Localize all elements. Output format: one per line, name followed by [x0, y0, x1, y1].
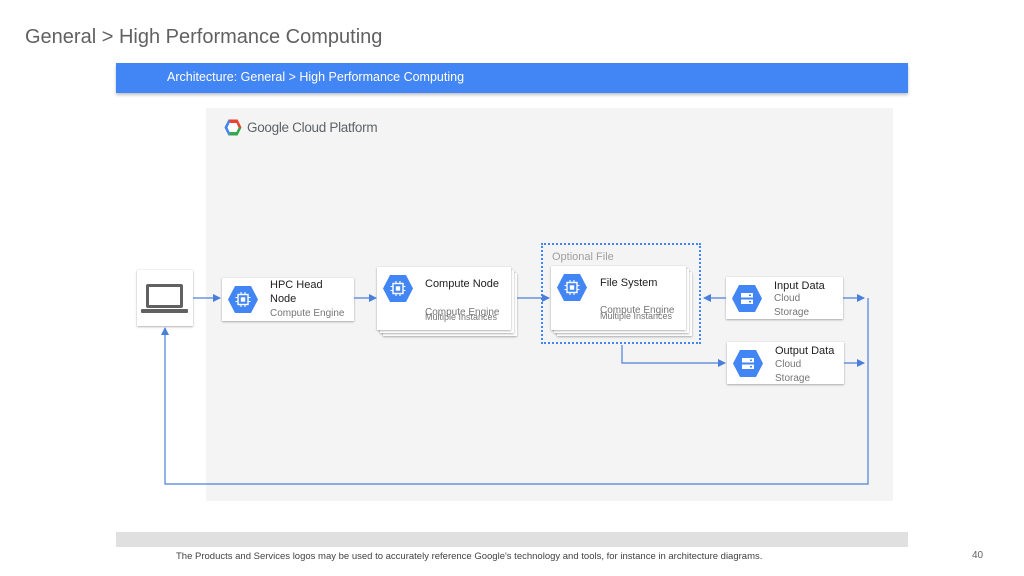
footer-note: The Products and Services logos may be u…: [176, 551, 763, 562]
connector-filesystem-to-output: [621, 345, 726, 367]
page-number: 40: [972, 550, 984, 561]
connector-layer: [161, 294, 869, 485]
footer-bar: [116, 532, 908, 547]
connector-return-loop: [161, 298, 869, 485]
